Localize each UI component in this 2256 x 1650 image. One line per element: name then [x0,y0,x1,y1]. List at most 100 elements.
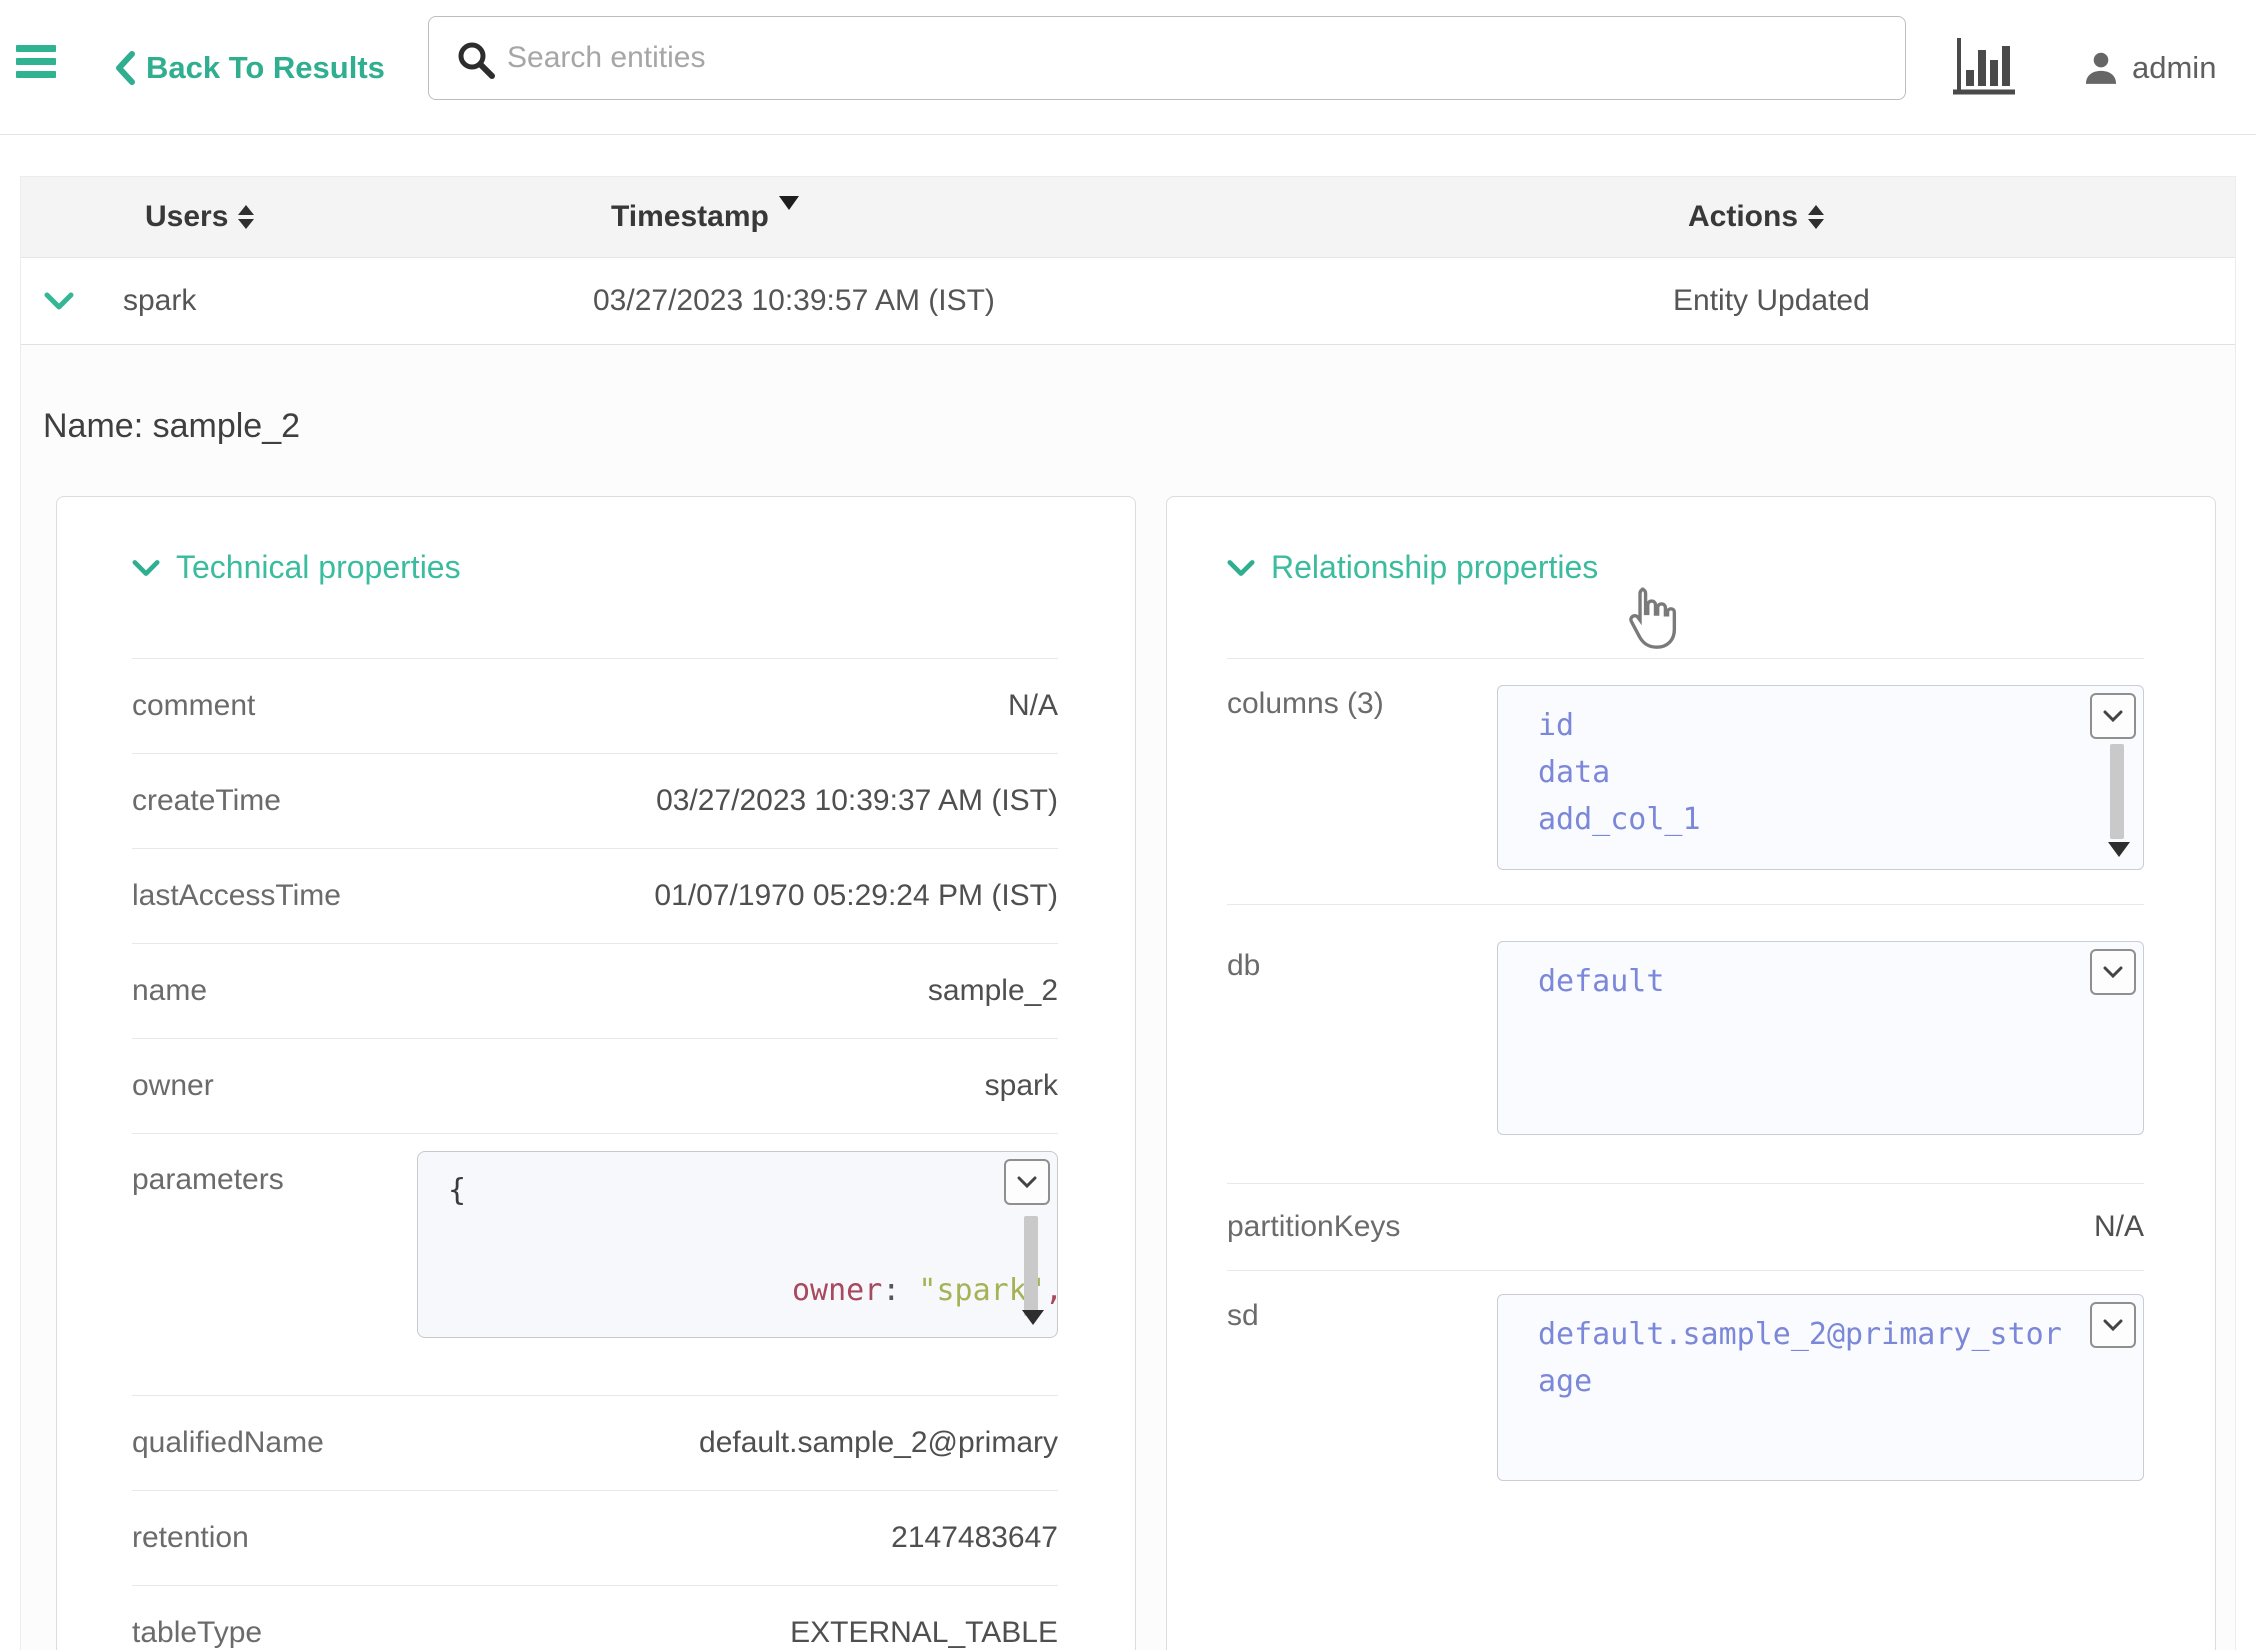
property-value: spark [985,1069,1058,1103]
property-row-partitionkeys: partitionKeys N/A [1227,1183,2144,1270]
property-row-retention: retention 2147483647 [132,1490,1058,1585]
entity-name-title: Name: sample_2 [43,407,300,446]
json-open-brace: { [448,1173,466,1208]
audit-action-cell: Entity Updated [1673,284,1870,318]
actions-header-label: Actions [1688,200,1798,234]
audit-timestamp-cell: 03/27/2023 10:39:57 AM (IST) [593,284,995,318]
property-row-parameters: parameters { owner: "spark", [132,1133,1058,1395]
property-row-createtime: createTime 03/27/2023 10:39:37 AM (IST) [132,753,1058,848]
search-input[interactable] [428,16,1906,100]
column-header-actions[interactable]: Actions [1688,200,1824,234]
columns-value-box[interactable]: id data add_col_1 [1497,685,2144,870]
collapse-row-icon[interactable] [44,284,74,318]
back-to-results-label: Back To Results [146,50,385,86]
property-value: default.sample_2@primary [699,1426,1058,1460]
property-value: sample_2 [928,974,1058,1008]
property-key: retention [132,1521,249,1555]
sort-icon [1808,205,1824,229]
property-value: 03/27/2023 10:39:37 AM (IST) [656,784,1058,818]
property-key: partitionKeys [1227,1210,1400,1244]
column-header-users[interactable]: Users [145,200,254,234]
property-row-tabletype: tableType EXTERNAL_TABLE [132,1585,1058,1650]
property-value: 01/07/1970 05:29:24 PM (IST) [654,879,1058,913]
property-key: columns (3) [1227,659,1384,721]
audit-table-header: Users Timestamp Actions [21,177,2235,257]
audit-user-cell: spark [123,284,196,318]
page: Back To Results admin [0,0,2256,1650]
parameters-json-box[interactable]: { owner: "spark", [417,1151,1058,1338]
json-colon: : [882,1273,918,1308]
sort-icon [238,205,254,229]
property-row-owner: owner spark [132,1038,1058,1133]
technical-properties-card: Technical properties comment N/A createT… [56,496,1136,1650]
search-icon [454,38,496,80]
property-row-sd: sd default.sample_2@primary_storage [1227,1270,2144,1521]
property-key: name [132,974,207,1008]
statistics-button[interactable] [1948,32,2020,102]
technical-properties-title: Technical properties [176,549,461,586]
user-menu[interactable]: admin [2082,0,2216,135]
property-row-db: db default [1227,904,2144,1183]
property-row-columns: columns (3) id data add_col_1 [1227,658,2144,904]
property-key: db [1227,905,1260,983]
hamburger-bar [16,58,56,65]
column-link[interactable]: data [1538,749,2073,796]
audit-row-detail: Name: sample_2 Technical properties comm… [21,345,2235,1650]
technical-properties-table: comment N/A createTime 03/27/2023 10:39:… [132,658,1058,1650]
property-key: lastAccessTime [132,879,341,913]
db-value-box[interactable]: default [1497,941,2144,1135]
chevron-left-icon [114,51,136,85]
bar-chart-icon [1951,36,2017,98]
sort-desc-icon [779,196,799,210]
scroll-down-arrow-icon[interactable] [1022,1310,1044,1325]
property-row-qualifiedname: qualifiedName default.sample_2@primary [132,1395,1058,1490]
property-value: EXTERNAL_TABLE [790,1616,1058,1650]
scroll-down-button[interactable] [2090,1302,2136,1348]
property-row-comment: comment N/A [132,658,1058,753]
relationship-properties-title: Relationship properties [1271,549,1598,586]
property-row-lastaccesstime: lastAccessTime 01/07/1970 05:29:24 PM (I… [132,848,1058,943]
scroll-down-button[interactable] [1004,1159,1050,1205]
users-header-label: Users [145,200,228,234]
topbar: Back To Results admin [0,0,2256,135]
property-key: qualifiedName [132,1426,324,1460]
cursor-hand-icon [1619,585,1677,649]
property-key: owner [132,1069,214,1103]
search-box [428,16,1906,100]
json-comma: , [1045,1273,1063,1308]
back-to-results-link[interactable]: Back To Results [114,0,385,135]
hamburger-menu-icon[interactable] [16,45,58,84]
property-key: parameters [132,1151,284,1197]
sd-link[interactable]: default.sample_2@primary_storage [1538,1311,2079,1405]
audit-row[interactable]: spark 03/27/2023 10:39:57 AM (IST) Entit… [21,257,2235,345]
technical-properties-toggle[interactable]: Technical properties [132,549,1058,586]
relationship-properties-card: Relationship properties columns (3) id d… [1166,496,2216,1650]
property-row-name: name sample_2 [132,943,1058,1038]
property-value: 2147483647 [891,1521,1058,1555]
scroll-down-arrow-icon[interactable] [2108,842,2130,857]
column-header-timestamp[interactable]: Timestamp [611,200,799,234]
property-key: createTime [132,784,281,818]
property-key: comment [132,689,255,723]
chevron-down-icon [132,559,160,577]
property-value: N/A [2094,1210,2144,1244]
scrollbar-thumb[interactable] [1024,1216,1038,1316]
property-key: tableType [132,1616,262,1650]
scrollbar-thumb[interactable] [2110,744,2124,839]
chevron-down-icon [1227,559,1255,577]
scroll-down-button[interactable] [2090,949,2136,995]
sd-value-box[interactable]: default.sample_2@primary_storage [1497,1294,2144,1481]
hamburger-bar [16,71,56,78]
db-link[interactable]: default [1538,958,2073,1005]
relationship-properties-table: columns (3) id data add_col_1 [1227,658,2144,1521]
username-label: admin [2132,50,2216,86]
audit-table: Users Timestamp Actions [20,176,2236,1650]
json-key: owner [792,1273,882,1308]
scroll-down-button[interactable] [2090,693,2136,739]
relationship-properties-toggle[interactable]: Relationship properties [1227,549,2144,586]
column-link[interactable]: id [1538,702,2073,749]
property-key: sd [1227,1271,1259,1333]
hamburger-bar [16,45,56,52]
user-icon [2082,49,2120,87]
column-link[interactable]: add_col_1 [1538,796,2073,843]
